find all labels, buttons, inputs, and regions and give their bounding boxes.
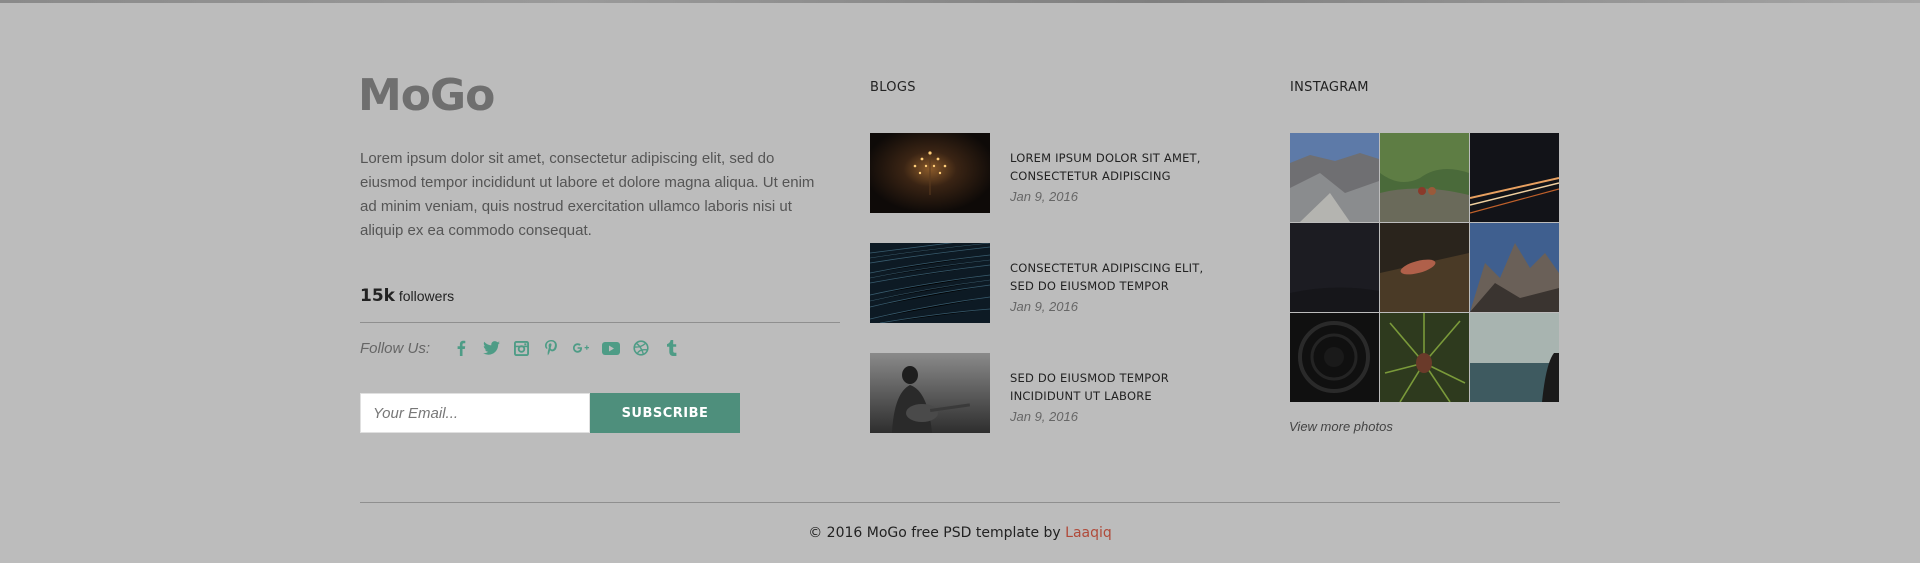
blogs-heading: BLOGS — [870, 80, 916, 95]
twitter-icon[interactable] — [480, 337, 502, 359]
youtube-icon[interactable] — [600, 337, 622, 359]
instagram-photo[interactable] — [1290, 313, 1379, 402]
view-more-photos-link[interactable]: View more photos — [1289, 419, 1393, 434]
blog-thumbnail-streaks[interactable] — [870, 243, 990, 323]
instagram-photo[interactable] — [1470, 133, 1559, 222]
pinterest-icon[interactable] — [540, 337, 562, 359]
instagram-grid — [1290, 133, 1560, 402]
instagram-photo[interactable] — [1290, 223, 1379, 312]
followers-count: 15k followers — [360, 286, 454, 306]
instagram-icon[interactable] — [510, 337, 532, 359]
instagram-photo[interactable] — [1290, 133, 1379, 222]
instagram-photo[interactable] — [1380, 223, 1469, 312]
footer-section: MoGo Lorem ipsum dolor sit amet, consect… — [358, 0, 1560, 563]
divider — [360, 502, 1560, 503]
blog-thumbnail-candles[interactable] — [870, 133, 990, 213]
followers-label: followers — [398, 288, 455, 304]
dribbble-icon[interactable] — [630, 337, 652, 359]
subscribe-button[interactable]: SUBSCRIBE — [590, 393, 740, 433]
facebook-icon[interactable] — [450, 337, 472, 359]
follow-us-row: Follow Us: — [360, 337, 690, 359]
about-text: Lorem ipsum dolor sit amet, consectetur … — [360, 150, 815, 239]
blog-item[interactable]: LOREM IPSUM DOLOR SIT AMET, CONSECTETUR … — [870, 133, 1230, 213]
blog-text: SED DO EIUSMOD TEMPOR INCIDIDUNT UT LABO… — [1010, 369, 1225, 424]
subscribe-form: SUBSCRIBE — [360, 393, 740, 433]
author-link[interactable]: Laaqiq — [1065, 525, 1112, 541]
blog-thumbnail-guitarist[interactable] — [870, 353, 990, 433]
instagram-photo[interactable] — [1380, 133, 1469, 222]
blog-text: LOREM IPSUM DOLOR SIT AMET, CONSECTETUR … — [1010, 149, 1225, 204]
blog-title[interactable]: SED DO EIUSMOD TEMPOR INCIDIDUNT UT LABO… — [1010, 369, 1225, 405]
tumblr-icon[interactable] — [660, 337, 682, 359]
blog-title[interactable]: CONSECTETUR ADIPISCING ELIT, SED DO EIUS… — [1010, 259, 1225, 295]
social-links — [450, 337, 690, 359]
instagram-photo[interactable] — [1380, 313, 1469, 402]
blog-text: CONSECTETUR ADIPISCING ELIT, SED DO EIUS… — [1010, 259, 1225, 314]
blog-title[interactable]: LOREM IPSUM DOLOR SIT AMET, CONSECTETUR … — [1010, 149, 1225, 185]
instagram-heading: INSTAGRAM — [1290, 80, 1369, 95]
blog-date: Jan 9, 2016 — [1010, 299, 1078, 314]
blog-date: Jan 9, 2016 — [1010, 189, 1078, 204]
brand-logo[interactable]: MoGo — [358, 70, 495, 121]
instagram-photo[interactable] — [1470, 313, 1559, 402]
google-plus-icon[interactable] — [570, 337, 592, 359]
divider — [360, 322, 840, 323]
follow-us-label: Follow Us: — [360, 339, 431, 357]
copyright-text: © 2016 MoGo free PSD template by Laaqiq — [360, 525, 1560, 541]
copyright-label: © 2016 MoGo free PSD template by — [808, 525, 1061, 541]
instagram-photo[interactable] — [1470, 223, 1559, 312]
followers-number: 15k — [360, 286, 395, 306]
email-input[interactable] — [360, 393, 590, 433]
blog-item[interactable]: SED DO EIUSMOD TEMPOR INCIDIDUNT UT LABO… — [870, 353, 1230, 433]
blog-date: Jan 9, 2016 — [1010, 409, 1078, 424]
blog-item[interactable]: CONSECTETUR ADIPISCING ELIT, SED DO EIUS… — [870, 243, 1230, 323]
